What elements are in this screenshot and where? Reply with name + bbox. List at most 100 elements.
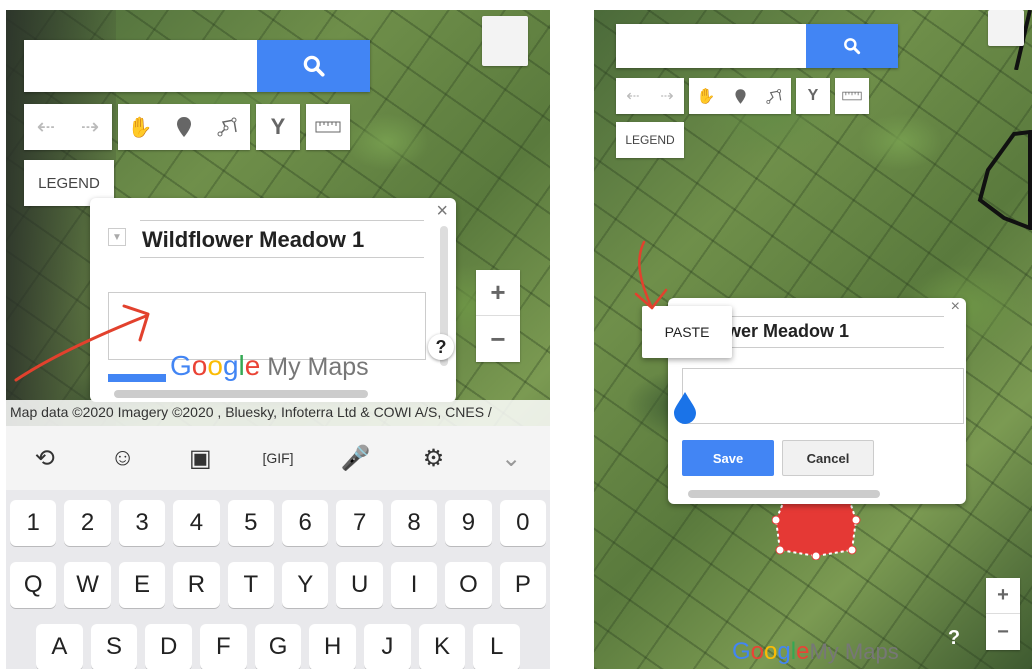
feature-title-input[interactable]: Wildflower Meadow 1 <box>140 220 424 258</box>
help-icon[interactable]: ? <box>942 626 966 650</box>
chevron-down-icon[interactable]: ⌄ <box>472 444 550 473</box>
style-dropdown[interactable]: ▼ <box>108 228 126 246</box>
search-icon <box>844 38 861 55</box>
key[interactable]: T <box>227 562 275 608</box>
translate-icon[interactable]: ⟲ <box>6 444 84 473</box>
keyboard-row-middle: A S D F G H J K L <box>36 624 521 669</box>
marker-pin-icon <box>177 117 191 137</box>
horizontal-scrollbar[interactable] <box>688 490 880 498</box>
key[interactable]: I <box>390 562 438 608</box>
legend-label: LEGEND <box>625 133 675 147</box>
tool-group: ✋ <box>689 78 791 114</box>
settings-gear-icon[interactable]: ⚙ <box>395 444 473 473</box>
google-my-maps-logo: GoogleMy Maps <box>732 638 899 665</box>
add-marker-button[interactable] <box>162 104 206 150</box>
key[interactable]: Q <box>10 562 57 608</box>
undo-icon: ⇠ <box>36 114 56 139</box>
search-button[interactable] <box>806 24 898 68</box>
key[interactable]: P <box>499 562 547 608</box>
map-attribution: Map data ©2020 Imagery ©2020 , Bluesky, … <box>6 400 550 426</box>
sticker-icon[interactable]: ▣ <box>161 444 239 473</box>
help-icon[interactable]: ? <box>428 334 454 360</box>
key[interactable]: 3 <box>118 500 166 546</box>
ruler-icon <box>315 121 341 133</box>
map-type-toggle[interactable] <box>988 10 1024 46</box>
undo-button[interactable]: ⇠ <box>24 104 68 150</box>
key[interactable]: H <box>309 624 357 669</box>
pan-hand-button[interactable]: ✋ <box>118 104 162 150</box>
measure-group <box>306 104 350 150</box>
key[interactable]: R <box>173 562 220 608</box>
key[interactable]: K <box>418 624 466 669</box>
drawing-toolbar: ⇠ ⇢ ✋ Y <box>616 78 869 114</box>
undo-button[interactable]: ⇠ <box>616 78 650 114</box>
zoom-out-button[interactable]: − <box>476 316 520 362</box>
key[interactable]: 9 <box>445 500 492 546</box>
directions-group: Y <box>796 78 830 114</box>
ruler-icon <box>842 91 862 101</box>
measure-button[interactable] <box>306 104 350 150</box>
zoom-in-button[interactable]: + <box>986 578 1020 614</box>
draw-line-icon <box>217 117 237 137</box>
key[interactable]: W <box>64 562 111 608</box>
pan-hand-button[interactable]: ✋ <box>689 78 723 114</box>
key[interactable]: A <box>36 624 83 669</box>
key[interactable]: F <box>200 624 247 669</box>
search-input[interactable] <box>616 24 806 68</box>
search-input[interactable] <box>24 40 257 92</box>
measure-group <box>835 78 869 114</box>
annotation-arrow <box>14 304 150 382</box>
save-button[interactable]: Save <box>682 440 774 476</box>
key[interactable]: S <box>90 624 138 669</box>
search-bar <box>24 40 370 92</box>
legend-button[interactable]: LEGEND <box>616 122 684 158</box>
key[interactable]: 4 <box>173 500 220 546</box>
directions-button[interactable]: Y <box>796 78 830 114</box>
key[interactable]: U <box>336 562 383 608</box>
zoom-in-button[interactable]: + <box>476 270 520 316</box>
search-button[interactable] <box>257 40 370 92</box>
legend-label: LEGEND <box>38 174 100 192</box>
text-cursor-handle-icon[interactable] <box>672 390 698 424</box>
feature-description-input[interactable] <box>682 368 964 424</box>
close-icon[interactable]: × <box>436 200 448 223</box>
redo-icon: ⇢ <box>80 114 100 139</box>
horizontal-scrollbar[interactable] <box>114 390 368 398</box>
zoom-out-button[interactable]: − <box>986 614 1020 650</box>
add-marker-button[interactable] <box>723 78 757 114</box>
measure-button[interactable] <box>835 78 869 114</box>
key[interactable]: G <box>254 624 302 669</box>
drawing-toolbar: ⇠ ⇢ ✋ Y <box>24 104 350 150</box>
key[interactable]: 0 <box>499 500 547 546</box>
map-type-toggle[interactable] <box>482 16 528 66</box>
emoji-icon[interactable]: ☺ <box>84 444 162 472</box>
directions-button[interactable]: Y <box>256 104 300 150</box>
cancel-button[interactable]: Cancel <box>782 440 874 476</box>
key[interactable]: O <box>445 562 492 608</box>
key[interactable]: 8 <box>390 500 438 546</box>
key[interactable]: E <box>118 562 166 608</box>
keyboard-row-top: Q W E R T Y U I O P <box>10 562 547 608</box>
zoom-controls: + − <box>986 578 1020 650</box>
key[interactable]: L <box>473 624 521 669</box>
draw-line-button[interactable] <box>757 78 791 114</box>
draw-line-button[interactable] <box>206 104 250 150</box>
key[interactable]: Y <box>282 562 329 608</box>
key[interactable]: 7 <box>336 500 383 546</box>
google-my-maps-logo: Google My Maps <box>170 350 369 381</box>
annotation-arrow <box>634 240 668 310</box>
microphone-icon[interactable]: 🎤 <box>317 444 395 473</box>
paste-label: PASTE <box>664 324 710 340</box>
key[interactable]: 6 <box>282 500 329 546</box>
key[interactable]: J <box>364 624 411 669</box>
key[interactable]: 2 <box>64 500 111 546</box>
key[interactable]: 1 <box>10 500 57 546</box>
redo-button[interactable]: ⇢ <box>68 104 112 150</box>
key[interactable]: D <box>145 624 193 669</box>
close-icon[interactable]: × <box>951 298 960 316</box>
search-icon <box>303 55 325 77</box>
redo-button[interactable]: ⇢ <box>650 78 684 114</box>
key[interactable]: 5 <box>227 500 275 546</box>
gif-icon[interactable]: [GIF] <box>239 450 317 466</box>
tool-group: ✋ <box>118 104 250 150</box>
